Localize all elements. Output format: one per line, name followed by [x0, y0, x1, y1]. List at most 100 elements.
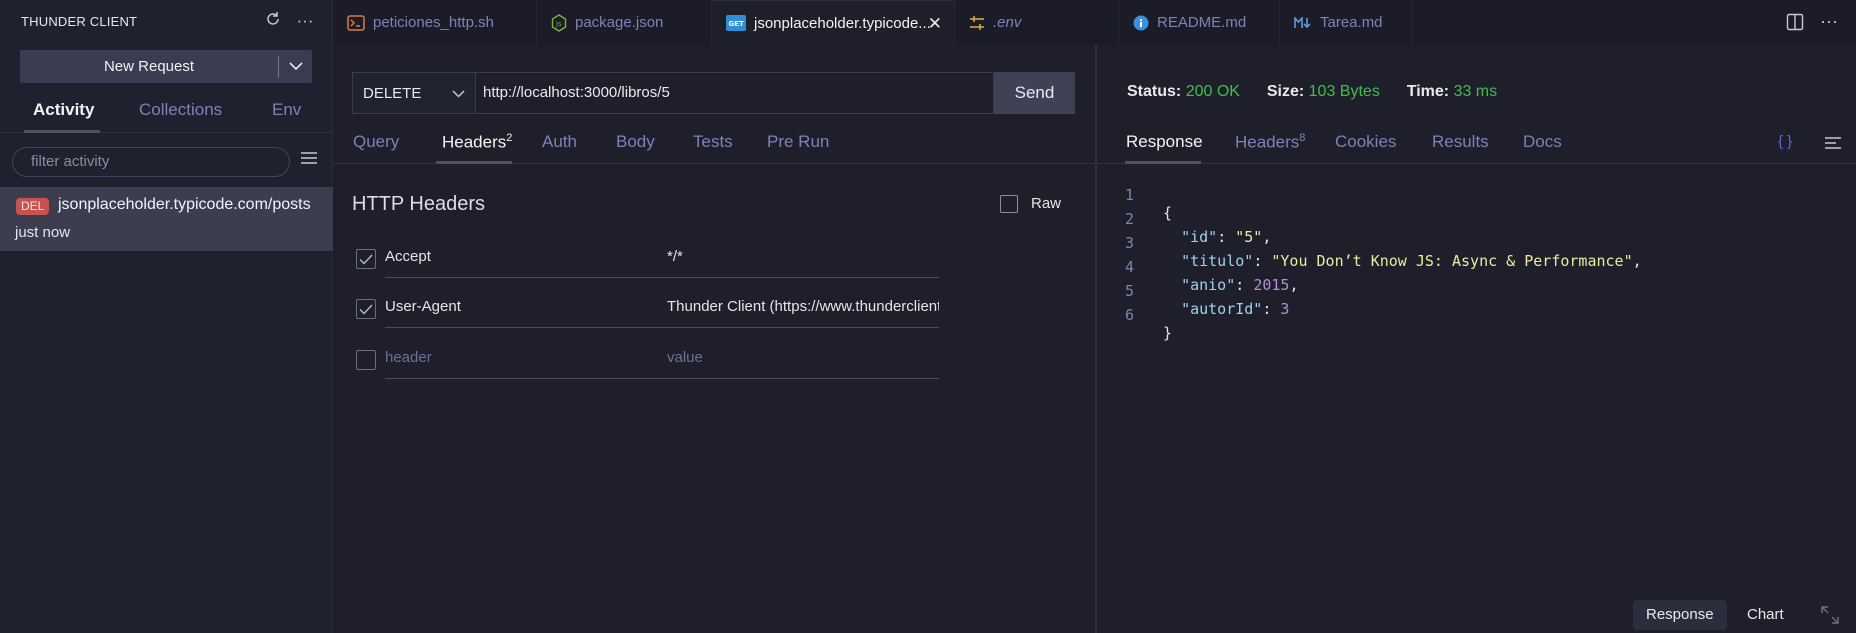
word-wrap-icon[interactable]	[1824, 136, 1844, 152]
response-tabs: Response Headers8 Cookies Results Docs	[1097, 127, 1856, 164]
json-key: "id"	[1181, 228, 1218, 246]
code-text: }	[1163, 324, 1173, 342]
header-key[interactable]: User-Agent	[385, 290, 673, 328]
editor-tab-bar: peticiones_http.sh js package.json GET j…	[333, 0, 1856, 45]
header-value-input[interactable]: value	[667, 341, 939, 379]
chevron-down-icon[interactable]	[279, 62, 312, 71]
markdown-icon	[1294, 16, 1312, 29]
tab-jsonplaceholder[interactable]: GET jsonplaceholder.typicode... ✕	[712, 0, 955, 45]
active-tab-indicator	[436, 161, 512, 164]
status-value: 200 OK	[1185, 83, 1240, 100]
header-key[interactable]: Accept	[385, 240, 673, 278]
thunder-client-sidebar: THUNDER CLIENT ··· New Request Activity …	[0, 0, 333, 633]
tab-readme[interactable]: README.md	[1119, 0, 1280, 45]
size-value: 103 Bytes	[1308, 83, 1380, 100]
send-button[interactable]: Send	[994, 72, 1075, 114]
raw-label: Raw	[1031, 195, 1062, 212]
more-actions-icon[interactable]: ···	[1820, 11, 1838, 32]
active-tab-indicator	[24, 130, 100, 133]
refresh-icon[interactable]	[262, 10, 284, 32]
tab-headers[interactable]: Headers2	[442, 132, 512, 153]
header-key-input[interactable]: header	[385, 341, 673, 379]
tab-label: .env	[993, 14, 1022, 31]
svg-text:js: js	[555, 20, 562, 28]
header-value[interactable]: */*	[667, 240, 939, 278]
tab-results[interactable]: Results	[1432, 132, 1489, 152]
size-label: Size:	[1266, 83, 1305, 100]
raw-checkbox[interactable]	[1000, 195, 1018, 213]
new-request-label: New Request	[103, 58, 195, 75]
method-value: DELETE	[363, 84, 422, 102]
tab-label: peticiones_http.sh	[373, 14, 494, 31]
header-value[interactable]: Thunder Client (https://www.thunderclien…	[667, 290, 939, 328]
chart-view-button[interactable]: Chart	[1747, 600, 1784, 630]
activity-time: just now	[15, 224, 71, 241]
activity-url: jsonplaceholder.typicode.com/posts	[58, 196, 311, 213]
tab-peticiones-http[interactable]: peticiones_http.sh	[333, 0, 537, 45]
header-checkbox[interactable]	[356, 350, 376, 370]
more-actions-icon[interactable]: ···	[294, 10, 316, 32]
header-row-new: header value	[356, 341, 1056, 383]
header-row: User-Agent Thunder Client (https://www.t…	[356, 290, 1056, 332]
header-checkbox[interactable]	[356, 299, 376, 319]
terminal-icon	[347, 14, 365, 31]
tab-tests[interactable]: Tests	[693, 132, 733, 152]
tab-package-json[interactable]: js package.json	[537, 0, 712, 45]
svg-text:GET: GET	[729, 20, 745, 28]
time-label: Time:	[1406, 83, 1450, 100]
method-select[interactable]: DELETE	[352, 72, 476, 114]
tab-docs[interactable]: Docs	[1523, 132, 1562, 152]
filter-activity-input[interactable]: filter activity	[12, 147, 290, 177]
code-line: 3 "titulo": "You Don’t Know JS: Async & …	[1125, 234, 1642, 270]
code-line: 4 "anio": 2015,	[1125, 258, 1299, 294]
json-key: "anio"	[1181, 276, 1236, 294]
json-key: "titulo"	[1181, 252, 1254, 270]
tab-label: Headers	[442, 132, 507, 152]
json-number: 3	[1280, 300, 1290, 318]
format-json-icon[interactable]: { }	[1778, 133, 1792, 150]
menu-icon[interactable]	[300, 150, 322, 172]
tab-tarea[interactable]: Tarea.md	[1280, 0, 1413, 45]
header-checkbox[interactable]	[356, 249, 376, 269]
split-editor-icon[interactable]	[1786, 13, 1804, 31]
response-panel: Status: 200 OK Size: 103 Bytes Time: 33 …	[1097, 45, 1856, 633]
active-tab-indicator	[1125, 161, 1201, 164]
tab-label: README.md	[1157, 14, 1247, 31]
status-label: Status:	[1127, 83, 1182, 100]
request-tabs: Query Headers2 Auth Body Tests Pre Run	[333, 127, 1095, 164]
tab-query[interactable]: Query	[353, 132, 399, 152]
tab-activity[interactable]: Activity	[33, 100, 94, 120]
tab-env[interactable]: Env	[272, 100, 301, 120]
code-line: 6 }	[1097, 288, 1172, 342]
expand-icon[interactable]	[1819, 604, 1841, 626]
sidebar-title: THUNDER CLIENT	[21, 14, 138, 29]
tab-pre-run[interactable]: Pre Run	[767, 132, 829, 152]
tab-cookies[interactable]: Cookies	[1335, 132, 1396, 152]
method-badge: DEL	[16, 198, 50, 215]
close-icon[interactable]: ✕	[928, 14, 942, 34]
tab-response-headers[interactable]: Headers8	[1235, 132, 1305, 153]
nodejs-icon: js	[551, 13, 567, 32]
new-request-button[interactable]: New Request	[20, 50, 312, 83]
code-text: {	[1163, 204, 1173, 222]
time-value: 33 ms	[1453, 83, 1498, 100]
tab-label: Tarea.md	[1320, 14, 1383, 31]
code-line: 2 "id": "5",	[1125, 210, 1272, 246]
url-input[interactable]: http://localhost:3000/libros/5	[475, 72, 994, 114]
json-number: 2015	[1253, 276, 1290, 294]
get-badge-icon: GET	[726, 15, 746, 31]
code-line: 5 "autorId": 3	[1125, 282, 1290, 318]
activity-item[interactable]: DEL jsonplaceholder.typicode.com/posts j…	[0, 187, 333, 251]
json-key: "autorId"	[1181, 300, 1263, 318]
tab-env-file[interactable]: .env	[955, 0, 1119, 45]
code-line: 1 {	[1097, 168, 1172, 222]
tab-collections[interactable]: Collections	[139, 100, 222, 120]
tab-count: 8	[1299, 132, 1306, 144]
tab-response[interactable]: Response	[1126, 132, 1203, 152]
response-view-button[interactable]: Response	[1633, 600, 1727, 630]
http-headers-title: HTTP Headers	[352, 193, 486, 215]
tab-auth[interactable]: Auth	[542, 132, 577, 152]
json-string: "5"	[1235, 228, 1263, 246]
json-string: "You Don’t Know JS: Async & Performance"	[1271, 252, 1633, 270]
tab-body[interactable]: Body	[616, 132, 655, 152]
